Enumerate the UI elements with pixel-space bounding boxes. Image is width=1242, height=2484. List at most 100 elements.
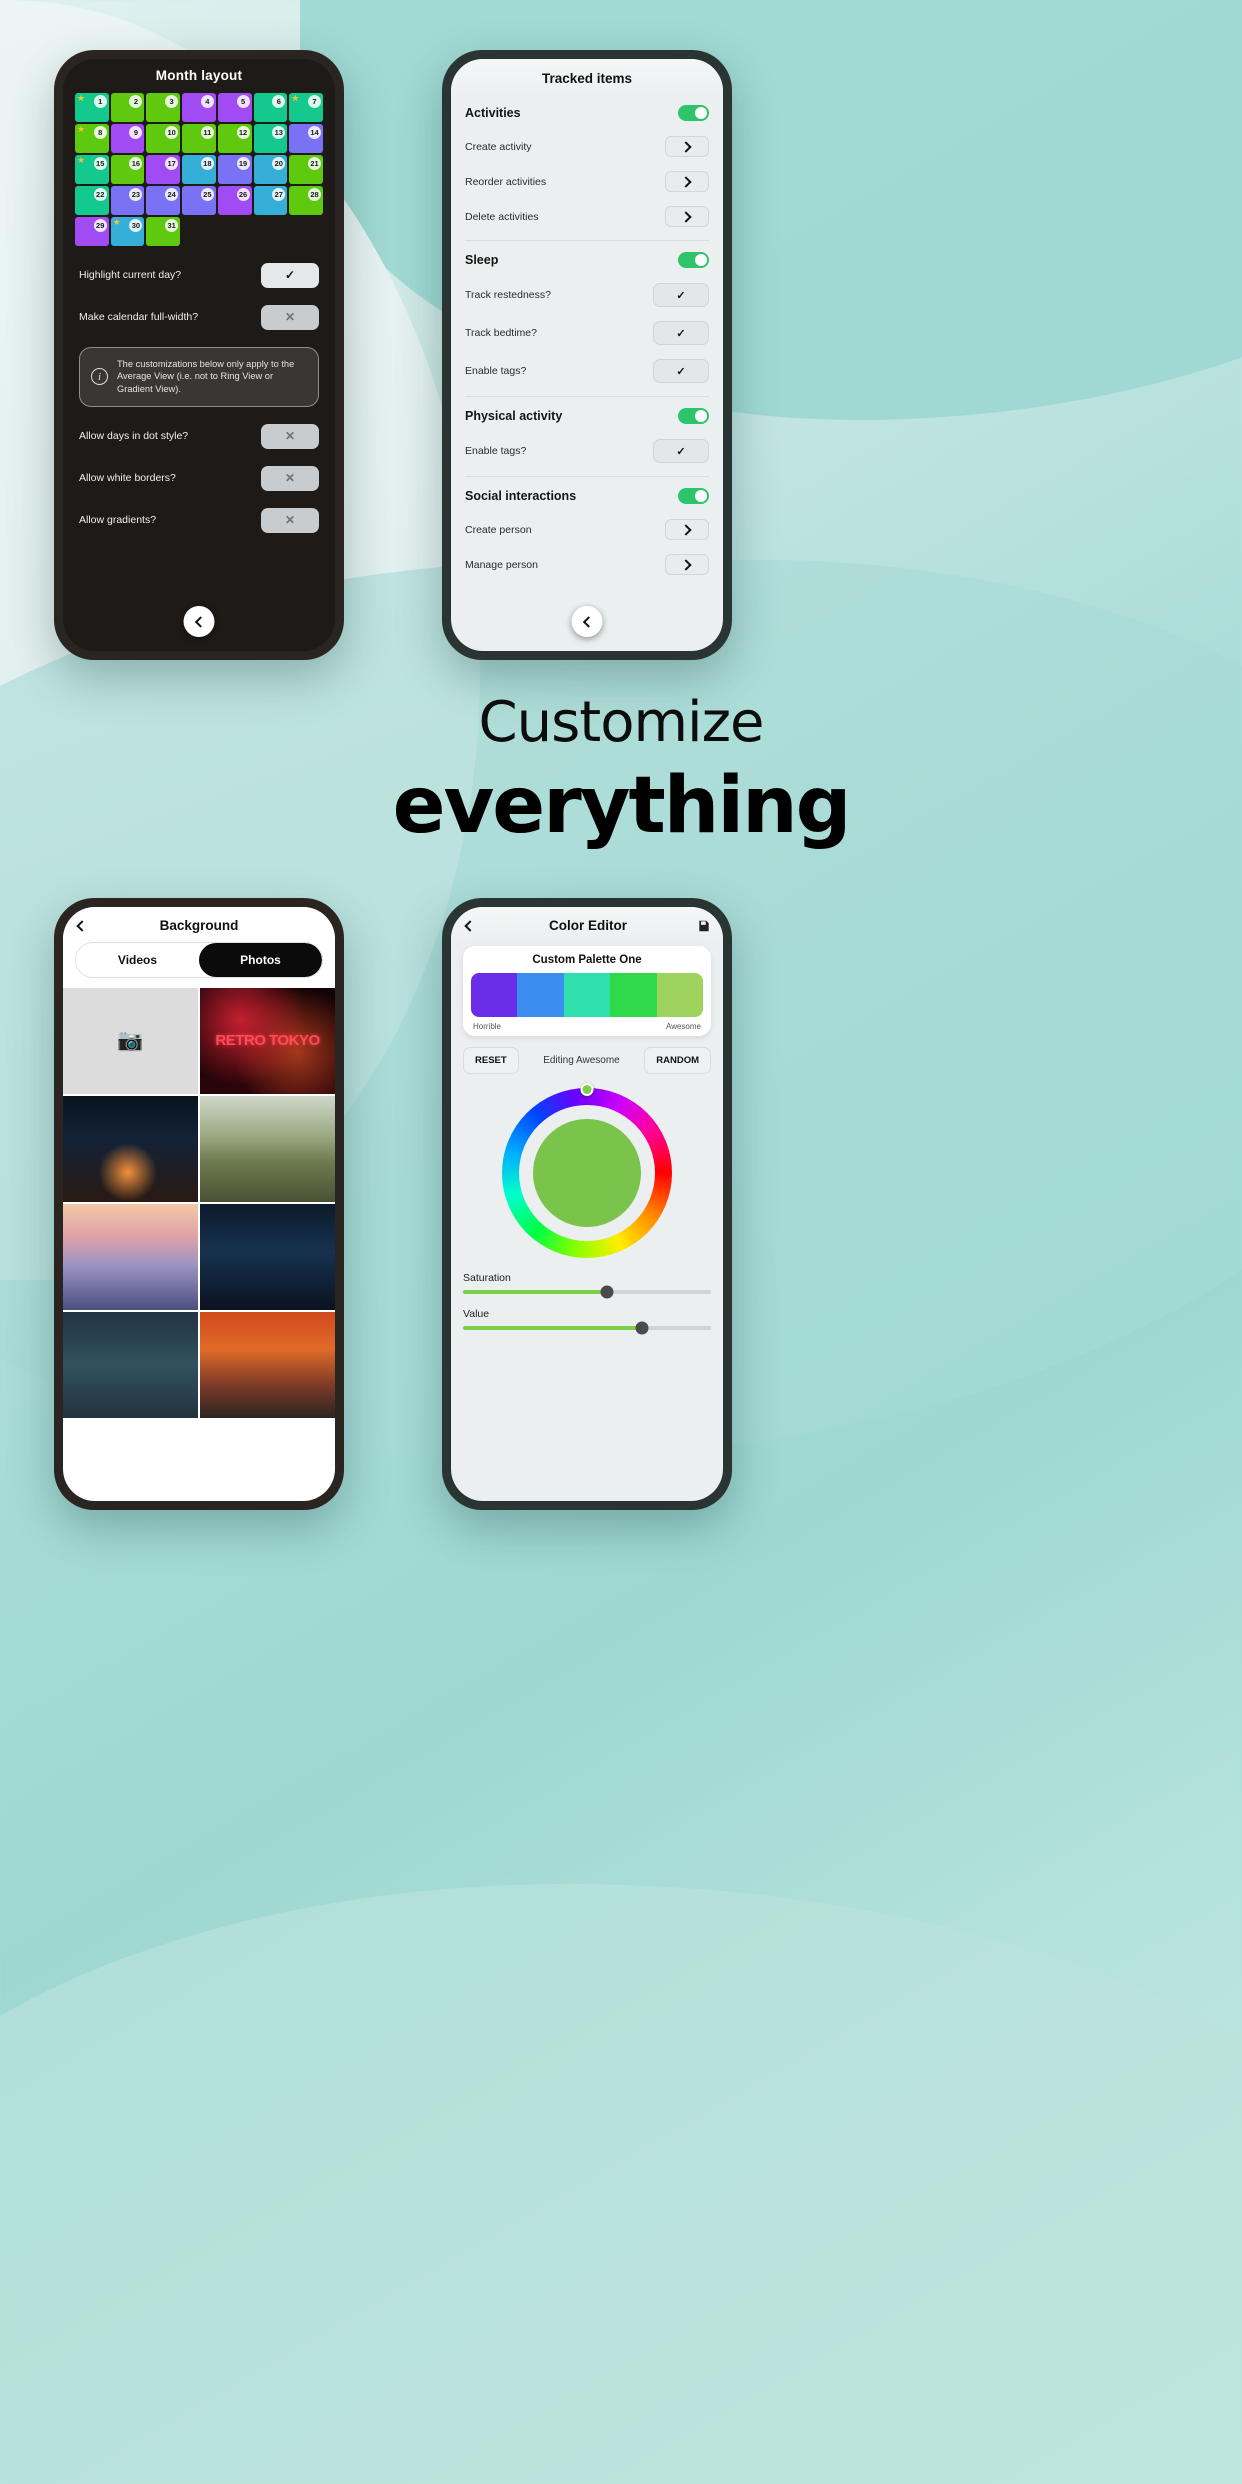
divider	[465, 476, 709, 477]
navigate-button[interactable]	[665, 136, 709, 157]
tracked-sub-row[interactable]: Delete activities	[465, 199, 709, 234]
calendar-day-cell[interactable]: 14	[289, 123, 323, 153]
calendar-day-number: 20	[272, 156, 286, 170]
screen-color-editor: Color Editor Custom Palette One Horrible…	[451, 907, 723, 1501]
tracked-sub-row[interactable]: Enable tags? ✓	[465, 432, 709, 470]
tracked-sub-row[interactable]: Create activity	[465, 129, 709, 164]
palette-swatch[interactable]	[610, 973, 657, 1017]
calendar-day-cell[interactable]: ★ 1	[75, 93, 109, 122]
photo-tile-mountain[interactable]	[63, 1204, 198, 1310]
camera-tile[interactable]: 📷	[63, 988, 198, 1094]
slider-knob[interactable]	[635, 1321, 649, 1335]
calendar-day-cell[interactable]: 27	[253, 185, 288, 215]
calendar-day-cell[interactable]: 22	[75, 185, 109, 215]
headline-line-2: everything	[392, 761, 852, 851]
palette-strip[interactable]	[471, 973, 703, 1017]
photo-tile-camels[interactable]	[200, 1204, 335, 1310]
calendar-day-cell[interactable]: 26	[217, 185, 252, 215]
photo-tile-canyon[interactable]	[200, 1312, 335, 1418]
photo-tile-deer[interactable]	[200, 1096, 335, 1202]
photo-tile-retro[interactable]: RETRO TOKYO	[200, 988, 335, 1094]
navigate-button[interactable]	[665, 519, 709, 540]
calendar-grid[interactable]: ★ 1 2 3 4 5 6 ★ 7 ★ 8 9 10 11 12 13 14 ★ 15 16 17 18 19 20 21 22 2…	[63, 83, 335, 246]
back-button[interactable]	[183, 606, 215, 637]
calendar-day-cell[interactable]: ★ 8	[75, 123, 109, 153]
navigate-button[interactable]	[665, 554, 709, 575]
tab-videos[interactable]: Videos	[76, 943, 199, 977]
color-wheel-knob[interactable]	[580, 1083, 594, 1096]
calendar-day-cell[interactable]: 2	[110, 93, 145, 122]
background-top-bar: Background	[63, 907, 335, 942]
calendar-day-cell[interactable]: 19	[217, 154, 252, 184]
reset-button[interactable]: RESET	[463, 1047, 519, 1074]
slider-track[interactable]	[463, 1285, 711, 1299]
toggle-check-button[interactable]: ✓	[653, 321, 709, 345]
toggle-check-button[interactable]: ✓	[653, 439, 709, 463]
slider-track[interactable]	[463, 1321, 711, 1335]
back-button[interactable]	[75, 919, 93, 932]
calendar-day-cell[interactable]: 6	[253, 93, 288, 122]
toggle-check-button[interactable]: ✓	[653, 283, 709, 307]
navigate-button[interactable]	[665, 171, 709, 192]
tracked-sub-row[interactable]: Track restedness? ✓	[465, 276, 709, 314]
calendar-day-cell[interactable]: 25	[182, 185, 216, 215]
tracked-sub-row[interactable]: Enable tags? ✓	[465, 352, 709, 390]
slider-knob[interactable]	[600, 1285, 614, 1299]
palette-swatch[interactable]	[656, 973, 703, 1017]
source-tabs[interactable]: Videos Photos	[75, 942, 323, 978]
chevron-right-icon	[679, 558, 692, 571]
color-wheel[interactable]	[502, 1083, 672, 1258]
calendar-day-cell[interactable]: 31	[146, 216, 181, 246]
calendar-day-cell[interactable]: 17	[146, 154, 181, 184]
calendar-day-cell[interactable]: 13	[253, 123, 288, 153]
tracked-sub-row[interactable]: Reorder activities	[465, 164, 709, 199]
tracked-sub-row[interactable]: Track bedtime? ✓	[465, 314, 709, 352]
calendar-day-cell[interactable]: 28	[289, 185, 323, 215]
calendar-day-cell[interactable]: 9	[110, 123, 145, 153]
calendar-day-cell[interactable]: 23	[110, 185, 145, 215]
setting-toggle-button[interactable]: ✕	[261, 465, 319, 491]
calendar-day-cell[interactable]: 24	[146, 185, 181, 215]
tab-photos[interactable]: Photos	[199, 943, 322, 977]
tracked-sub-row[interactable]: Manage person	[465, 547, 709, 582]
toggle-check-button[interactable]: ✓	[653, 359, 709, 383]
divider	[465, 240, 709, 241]
calendar-day-cell[interactable]: 18	[182, 154, 216, 184]
calendar-day-cell[interactable]: 11	[182, 123, 216, 153]
calendar-day-cell[interactable]: 5	[217, 93, 252, 122]
tracked-group-title: Physical activity	[465, 409, 563, 423]
calendar-day-number: 17	[165, 156, 179, 170]
calendar-day-cell[interactable]: 29	[75, 216, 109, 246]
tracked-group-switch[interactable]	[678, 252, 709, 268]
back-button[interactable]	[463, 919, 481, 932]
tracked-group-switch[interactable]	[678, 488, 709, 504]
calendar-day-cell[interactable]: 10	[146, 123, 181, 153]
setting-toggle-button[interactable]: ✓	[261, 262, 319, 288]
calendar-day-cell[interactable]: 20	[253, 154, 288, 184]
calendar-day-cell[interactable]: ★ 7	[289, 93, 323, 122]
back-button[interactable]	[571, 606, 603, 637]
tracked-group-switch[interactable]	[678, 408, 709, 424]
random-button[interactable]: RANDOM	[644, 1047, 711, 1074]
calendar-day-cell[interactable]: 16	[110, 154, 145, 184]
calendar-day-cell[interactable]: ★ 30	[110, 216, 145, 246]
palette-swatch[interactable]	[517, 973, 564, 1017]
photo-tile-moon[interactable]	[63, 1312, 198, 1418]
navigate-button[interactable]	[665, 206, 709, 227]
calendar-day-cell[interactable]: ★ 15	[75, 154, 109, 184]
calendar-day-cell[interactable]: 3	[146, 93, 181, 122]
photo-tile-city[interactable]	[63, 1096, 198, 1202]
palette-swatch[interactable]	[563, 973, 611, 1017]
save-button[interactable]	[695, 919, 711, 933]
settings-list-bottom: Allow days in dot style? ✕ Allow white bor…	[63, 423, 335, 533]
setting-toggle-button[interactable]: ✕	[261, 304, 319, 330]
color-wheel-wrapper	[451, 1083, 723, 1258]
tracked-group-switch[interactable]	[678, 105, 709, 121]
setting-toggle-button[interactable]: ✕	[261, 507, 319, 533]
calendar-day-cell[interactable]: 4	[182, 93, 216, 122]
setting-toggle-button[interactable]: ✕	[261, 423, 319, 449]
tracked-sub-row[interactable]: Create person	[465, 512, 709, 547]
calendar-day-cell[interactable]: 21	[289, 154, 323, 184]
palette-swatch[interactable]	[471, 973, 518, 1017]
calendar-day-cell[interactable]: 12	[217, 123, 252, 153]
